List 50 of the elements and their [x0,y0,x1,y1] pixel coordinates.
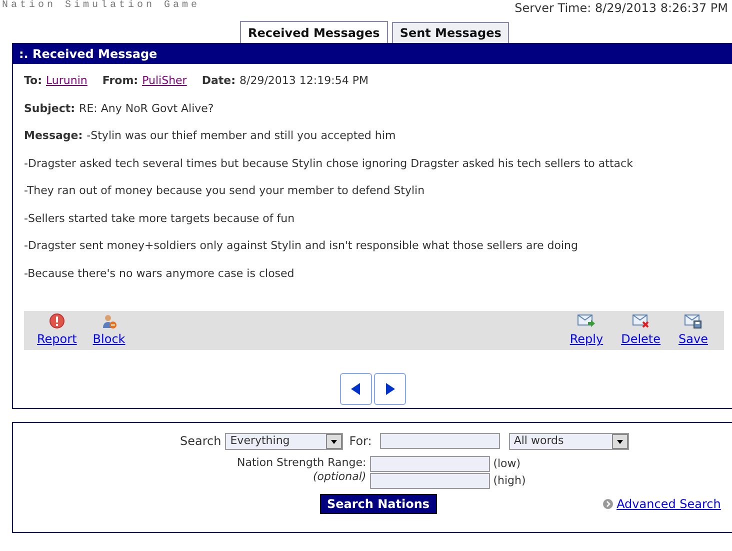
high-label: (high) [493,472,526,488]
chevron-circle-icon [602,499,613,509]
action-link[interactable]: Reply [570,330,604,348]
sender-link[interactable]: PuliSher [142,73,187,90]
right-arrow-icon [384,383,394,395]
left-arrow-icon [350,383,360,395]
subject-value: RE: Any NoR Govt Alive? [79,100,214,116]
envelope-disk-icon [684,313,702,329]
search-input[interactable] [380,433,500,449]
action-link[interactable]: Save [678,330,708,348]
message-line: -Because there's no wars anymore case is closed [24,266,296,282]
tab[interactable]: Received Messages [240,21,388,43]
next-button[interactable] [374,373,406,405]
message-line: -Dragster sent money+soldiers only against Stylin and isn't responsible what those sellers are doing [24,238,579,254]
user-block-icon [101,313,118,329]
dropdown[interactable]: Everything [225,432,344,450]
message-line: -Stylin was our thief member and still you accepted him [86,128,396,144]
advanced-search-link[interactable]: Advanced Search [616,495,721,513]
date-value: 8/29/2013 12:19:54 PM [240,73,368,89]
message-line: -Dragster asked tech several times but because Stylin chose ignoring Dragster asked his tech sellers to attack [24,156,634,172]
low-label: (low) [493,456,521,472]
message-line: -They ran out of money because you send your member to defend Stylin [24,183,426,199]
tab[interactable]: Sent Messages [392,22,510,43]
field-label: Message: [24,128,83,144]
field-label: From: [102,73,138,89]
alert-icon [48,313,65,329]
range-label: Nation Strength Range: [237,456,366,470]
envelope-arrow-icon [577,313,596,329]
search-nations-button[interactable]: Search Nations [320,494,437,514]
message-line: -Sellers started take more targets because of fun [24,210,296,226]
action-link[interactable]: Report [37,330,77,348]
field-label: Subject: [24,100,76,116]
recipient-link[interactable]: Lurunin [46,73,88,90]
field-label: To: [24,73,42,89]
field-label: Date: [202,73,236,89]
previous-button[interactable] [340,373,372,405]
search-label: Search [180,433,222,450]
server-time: Server Time: 8/29/2013 8:26:37 PM [514,0,729,14]
dropdown[interactable]: All words [508,432,629,450]
site-logo: Nation Simulation Game [1,0,200,13]
action-link[interactable]: Delete [621,330,661,348]
caret-icon [612,434,628,448]
low-input[interactable] [370,456,490,472]
envelope-x-icon [632,313,650,329]
high-input[interactable] [370,472,490,489]
panel-title: :. Received Message [13,44,732,64]
caret-icon [326,434,342,448]
for-label: For: [349,433,372,450]
action-link[interactable]: Block [92,330,126,348]
optional-note: (optional) [313,470,366,484]
